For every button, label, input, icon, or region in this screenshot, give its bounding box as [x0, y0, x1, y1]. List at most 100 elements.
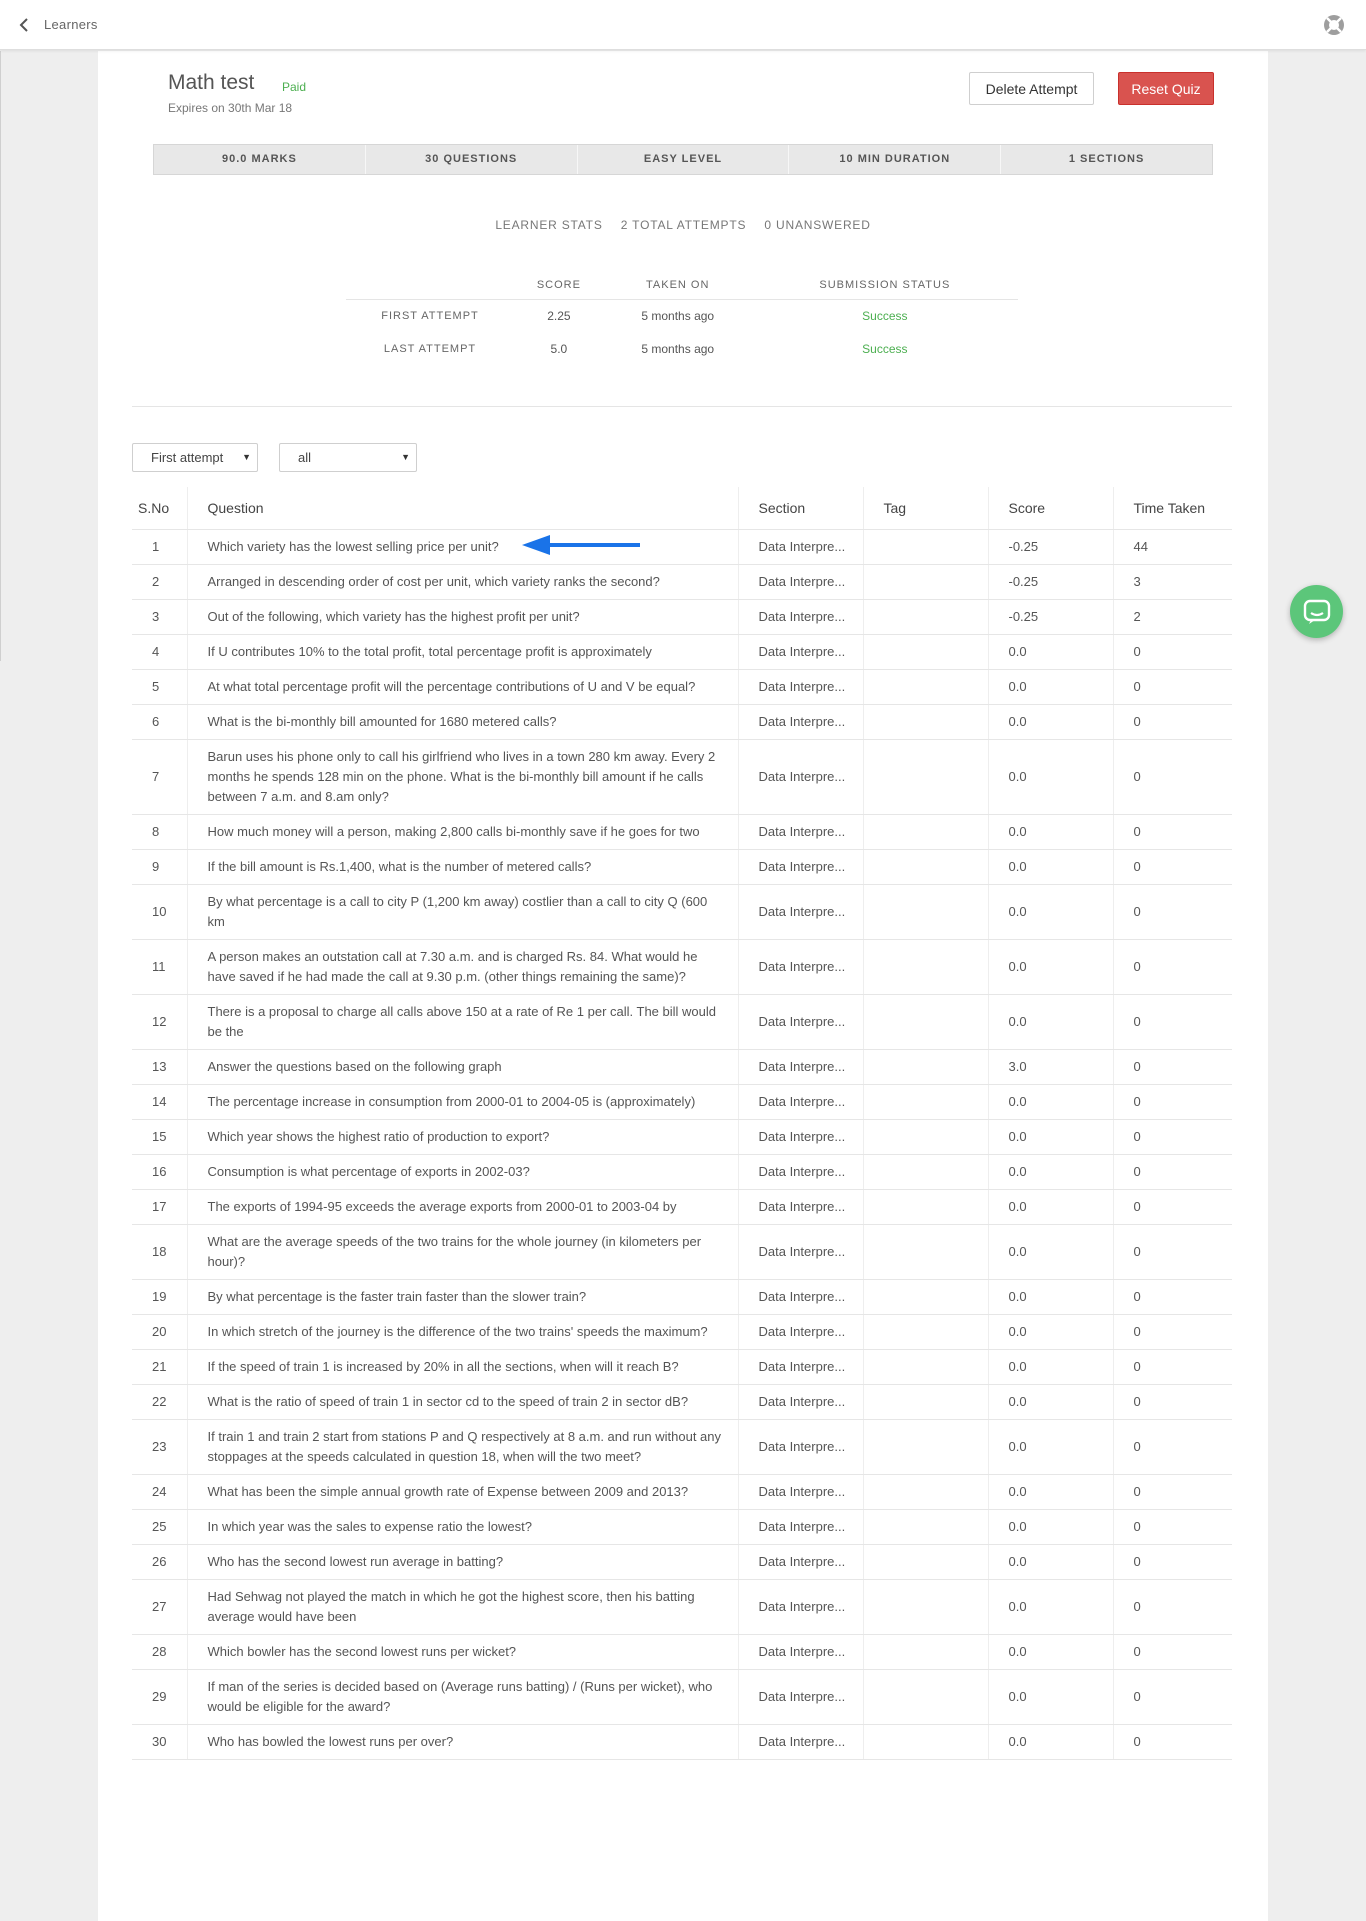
row-sno: 11: [132, 939, 188, 995]
row-score: -0.25: [988, 529, 1114, 565]
reset-quiz-button[interactable]: Reset Quiz: [1118, 72, 1214, 105]
table-row[interactable]: 16 Consumption is what percentage of expo…: [132, 1154, 1232, 1190]
table-row[interactable]: 9 If the bill amount is Rs.1,400, what is…: [132, 849, 1232, 885]
attempt-score: 5.0: [550, 341, 568, 356]
table-row[interactable]: 17 The exports of 1994-95 exceeds the ave…: [132, 1189, 1232, 1225]
table-row[interactable]: 1 Which variety has the lowest selling pr…: [132, 529, 1232, 565]
table-row[interactable]: 3 Out of the following, which variety has…: [132, 599, 1232, 635]
row-sno: 27: [132, 1579, 188, 1635]
row-sno: 15: [132, 1119, 188, 1155]
row-question: By what percentage is the faster train f…: [187, 1279, 739, 1315]
row-score: 0.0: [988, 1474, 1114, 1510]
row-sno: 8: [132, 814, 188, 850]
row-question: At what total percentage profit will the…: [187, 669, 739, 705]
table-row[interactable]: 10 By what percentage is a call to city P…: [132, 884, 1232, 940]
row-time-taken: 0: [1113, 1509, 1232, 1545]
table-row[interactable]: 27 Had Sehwag not played the match in whi…: [132, 1579, 1232, 1635]
row-section: Data Interpre...: [738, 939, 864, 995]
table-row[interactable]: 28 Which bowler has the second lowest run…: [132, 1634, 1232, 1670]
header-tag[interactable]: Tag: [863, 487, 989, 530]
table-row[interactable]: 6 What is the bi-monthly bill amounted fo…: [132, 704, 1232, 740]
row-score: 0.0: [988, 1669, 1114, 1725]
unanswered-count: 0 UNANSWERED: [764, 218, 871, 232]
question-filter-value: all: [298, 450, 312, 465]
table-row[interactable]: 18 What are the average speeds of the two…: [132, 1224, 1232, 1280]
row-section: Data Interpre...: [738, 739, 864, 815]
row-tag: [863, 1724, 989, 1760]
row-question: The exports of 1994-95 exceeds the avera…: [187, 1189, 739, 1225]
table-row[interactable]: 2 Arranged in descending order of cost pe…: [132, 564, 1232, 600]
row-sno: 22: [132, 1384, 188, 1420]
table-row[interactable]: 5 At what total percentage profit will th…: [132, 669, 1232, 705]
row-score: 0.0: [988, 1724, 1114, 1760]
row-score: 0.0: [988, 1509, 1114, 1545]
table-row[interactable]: 26 Who has the second lowest run average …: [132, 1544, 1232, 1580]
table-row[interactable]: 11 A person makes an outstation call at 7…: [132, 939, 1232, 995]
row-sno: 5: [132, 669, 188, 705]
row-tag: [863, 1669, 989, 1725]
row-sno: 3: [132, 599, 188, 635]
row-time-taken: 0: [1113, 1314, 1232, 1350]
header-sno[interactable]: S.No: [132, 487, 188, 530]
table-row[interactable]: 29 If man of the series is decided based …: [132, 1669, 1232, 1725]
row-section: Data Interpre...: [738, 1419, 864, 1475]
header-score[interactable]: Score: [988, 487, 1114, 530]
row-score: 0.0: [988, 669, 1114, 705]
row-section: Data Interpre...: [738, 1384, 864, 1420]
table-row[interactable]: 21 If the speed of train 1 is increased b…: [132, 1349, 1232, 1385]
main-panel: Math test Paid Expires on 30th Mar 18 De…: [98, 51, 1268, 1921]
table-row[interactable]: 30 Who has bowled the lowest runs per ove…: [132, 1724, 1232, 1760]
back-link[interactable]: Learners: [44, 17, 98, 32]
row-time-taken: 0: [1113, 1634, 1232, 1670]
row-section: Data Interpre...: [738, 1724, 864, 1760]
attempts-header-blank: [346, 271, 514, 300]
table-row[interactable]: 20 In which stretch of the journey is the…: [132, 1314, 1232, 1350]
row-sno: 1: [132, 529, 188, 565]
row-sno: 18: [132, 1224, 188, 1280]
header-question[interactable]: Question: [187, 487, 739, 530]
row-tag: [863, 1634, 989, 1670]
table-row[interactable]: 15 Which year shows the highest ratio of …: [132, 1119, 1232, 1155]
row-sno: 6: [132, 704, 188, 740]
row-sno: 25: [132, 1509, 188, 1545]
row-sno: 17: [132, 1189, 188, 1225]
row-score: 0.0: [988, 939, 1114, 995]
row-tag: [863, 1474, 989, 1510]
table-row[interactable]: 4 If U contributes 10% to the total profi…: [132, 634, 1232, 670]
row-score: 3.0: [988, 1049, 1114, 1085]
arrow-left-icon: [522, 535, 640, 555]
total-attempts: 2 TOTAL ATTEMPTS: [620, 218, 747, 232]
delete-attempt-button[interactable]: Delete Attempt: [969, 72, 1094, 105]
back-chevron-icon[interactable]: [14, 14, 34, 36]
table-row[interactable]: 22 What is the ratio of speed of train 1 …: [132, 1384, 1232, 1420]
chat-bubble-icon[interactable]: [1290, 585, 1343, 638]
row-time-taken: 0: [1113, 1154, 1232, 1190]
row-sno: 23: [132, 1419, 188, 1475]
table-row[interactable]: 14 The percentage increase in consumption…: [132, 1084, 1232, 1120]
attempt-select[interactable]: First attempt ▼: [132, 443, 258, 472]
row-question: Who has bowled the lowest runs per over?: [187, 1724, 739, 1760]
row-time-taken: 0: [1113, 1224, 1232, 1280]
row-section: Data Interpre...: [738, 814, 864, 850]
table-row[interactable]: 25 In which year was the sales to expense…: [132, 1509, 1232, 1545]
paid-badge: Paid: [282, 80, 307, 94]
row-sno: 7: [132, 739, 188, 815]
table-row[interactable]: 24 What has been the simple annual growth…: [132, 1474, 1232, 1510]
row-tag: [863, 994, 989, 1050]
row-question: The percentage increase in consumption f…: [187, 1084, 739, 1120]
row-score: 0.0: [988, 1279, 1114, 1315]
table-row[interactable]: 8 How much money will a person, making 2,…: [132, 814, 1232, 850]
question-filter-select[interactable]: all ▼: [279, 443, 417, 472]
table-row[interactable]: 23 If train 1 and train 2 start from stat…: [132, 1419, 1232, 1475]
row-question: What are the average speeds of the two t…: [187, 1224, 739, 1280]
row-section: Data Interpre...: [738, 1509, 864, 1545]
table-row[interactable]: 7 Barun uses his phone only to call his g…: [132, 739, 1232, 815]
header-section[interactable]: Section: [738, 487, 864, 530]
row-score: 0.0: [988, 634, 1114, 670]
lifebuoy-icon[interactable]: [1322, 13, 1346, 37]
header-time-taken[interactable]: Time Taken: [1113, 487, 1232, 530]
table-row[interactable]: 13 Answer the questions based on the foll…: [132, 1049, 1232, 1085]
table-row[interactable]: 12 There is a proposal to charge all call…: [132, 994, 1232, 1050]
table-row[interactable]: 19 By what percentage is the faster train…: [132, 1279, 1232, 1315]
attempt-status: Success: [862, 341, 908, 356]
